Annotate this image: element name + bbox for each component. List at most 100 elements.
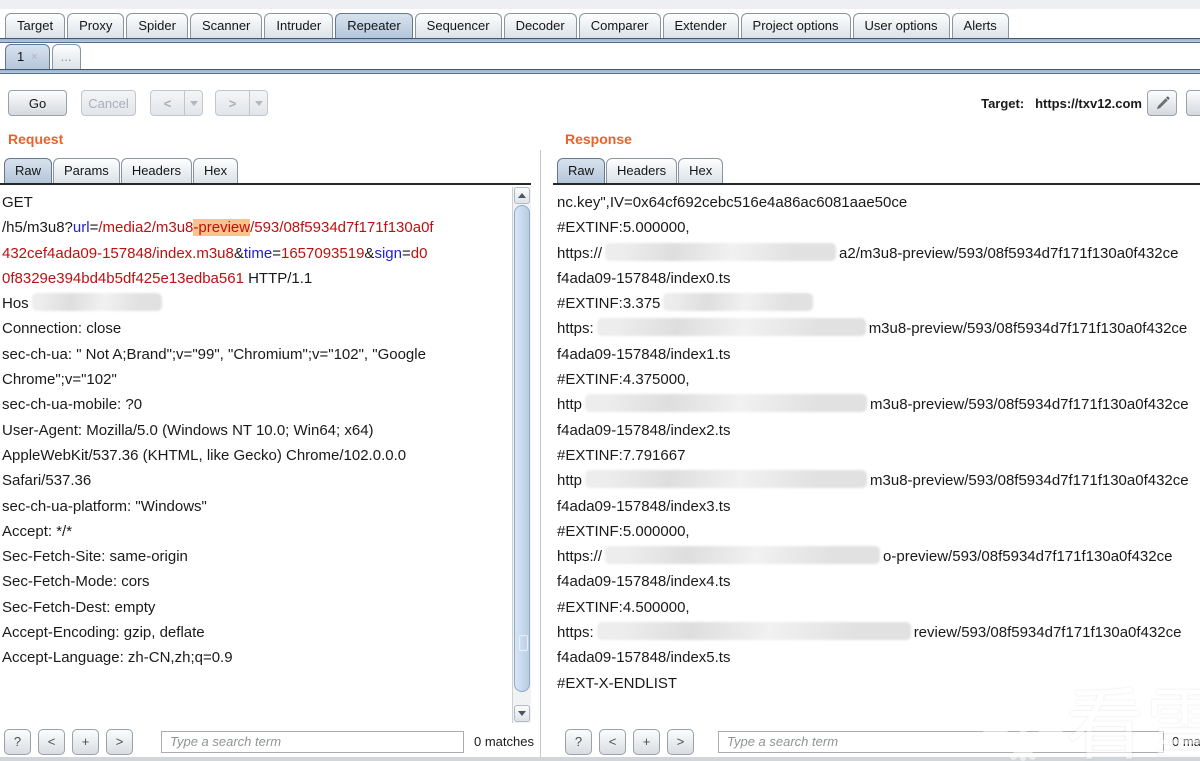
search-help-button[interactable]: ? xyxy=(4,728,31,755)
code-text: Accept: */* xyxy=(2,522,73,540)
code-text: Chrome";v="102" xyxy=(2,371,117,389)
code-text: -preview xyxy=(193,219,251,237)
tab-proxy[interactable]: Proxy xyxy=(67,13,125,38)
code-text: f4ada09-157848/index4.ts xyxy=(557,573,731,591)
code-text: Safari/537.36 xyxy=(2,472,92,490)
redacted-region xyxy=(596,318,866,337)
search-options-button[interactable]: + xyxy=(633,728,660,755)
tab-project-options[interactable]: Project options xyxy=(740,13,851,38)
redacted-region xyxy=(585,470,868,489)
repeater-new-tab[interactable]: ... xyxy=(51,44,81,69)
window-bottom-strip xyxy=(0,757,1200,761)
search-prev-button[interactable]: < xyxy=(599,728,626,755)
code-line: Sec-Fetch-Dest: empty xyxy=(2,595,512,620)
response-search-buttons: ? < + > xyxy=(565,728,701,755)
panel-splitter[interactable] xyxy=(540,150,541,757)
code-text: 1657093519 xyxy=(280,244,365,262)
redacted-region xyxy=(605,546,881,565)
redacted-region xyxy=(663,293,814,312)
request-text[interactable]: GET/h5/m3u8?url=/media2/m3u8-preview/593… xyxy=(0,187,512,723)
response-text[interactable]: nc.key",IV=0x64cf692cebc516e4a86ac6081aa… xyxy=(553,187,1200,723)
request-search-matches: 0 matches xyxy=(474,734,534,749)
code-text: time xyxy=(243,244,273,262)
request-search-bar: ? < + > 0 matches xyxy=(0,723,534,760)
clipped-toolbar-button[interactable] xyxy=(1186,90,1200,116)
request-panel-title: Request xyxy=(8,131,64,147)
request-tab-headers[interactable]: Headers xyxy=(120,158,192,183)
target-url: https://txv12.com xyxy=(1035,96,1142,111)
code-text: Hos xyxy=(2,295,29,313)
edit-target-button[interactable] xyxy=(1147,90,1177,116)
tab-extender[interactable]: Extender xyxy=(662,13,739,38)
tab-intruder[interactable]: Intruder xyxy=(264,13,334,38)
tab-spider[interactable]: Spider xyxy=(126,13,188,38)
code-line: f4ada09-157848/index1.ts xyxy=(557,342,1200,367)
code-line: #EXT-X-ENDLIST xyxy=(557,671,1200,696)
tab-scanner[interactable]: Scanner xyxy=(189,13,263,38)
redacted-region xyxy=(605,242,837,261)
code-line: https: review/593/08f5934d7f171f130a0f432… xyxy=(557,620,1200,645)
close-tab-icon[interactable]: × xyxy=(31,51,37,63)
target-label: Target: xyxy=(981,96,1025,111)
code-text: & xyxy=(233,244,244,262)
code-line: Accept-Language: zh-CN,zh;q=0.9 xyxy=(2,645,512,670)
response-tab-raw[interactable]: Raw xyxy=(557,158,606,183)
tab-alerts[interactable]: Alerts xyxy=(951,13,1009,38)
tab-decoder[interactable]: Decoder xyxy=(503,13,577,38)
code-line: f4ada09-157848/index2.ts xyxy=(557,418,1200,443)
tab-sequencer[interactable]: Sequencer xyxy=(414,13,502,38)
request-scrollbar[interactable] xyxy=(512,187,531,723)
tab-target[interactable]: Target xyxy=(5,13,66,38)
request-tab-hex[interactable]: Hex xyxy=(192,158,239,183)
search-help-button[interactable]: ? xyxy=(565,728,592,755)
code-text: sec-ch-ua: " Not A;Brand";v="99", "Chrom… xyxy=(2,345,426,363)
request-search-input[interactable] xyxy=(161,730,464,753)
scrollbar-thumb[interactable] xyxy=(514,205,530,692)
code-line: #EXTINF:5.000000, xyxy=(557,215,1200,240)
code-line: Accept: */* xyxy=(2,519,512,544)
code-line: Accept-Encoding: gzip, deflate xyxy=(2,620,512,645)
response-tab-headers[interactable]: Headers xyxy=(606,158,678,183)
go-button[interactable]: Go xyxy=(8,90,67,116)
search-prev-button[interactable]: < xyxy=(38,728,65,755)
search-options-button[interactable]: + xyxy=(72,728,99,755)
code-line: f4ada09-157848/index3.ts xyxy=(557,494,1200,519)
code-text: f4ada09-157848/index0.ts xyxy=(557,269,731,287)
code-text: o-preview/593/08f5934d7f171f130a0f432ce xyxy=(883,548,1173,566)
code-line: sec-ch-ua-mobile: ?0 xyxy=(2,392,512,417)
response-search-input[interactable] xyxy=(718,730,1164,753)
scroll-up-button[interactable] xyxy=(514,187,530,204)
code-text: #EXTINF:7.791667 xyxy=(557,446,686,464)
tab-user-options[interactable]: User options xyxy=(852,13,950,38)
scroll-down-button[interactable] xyxy=(514,705,530,722)
search-next-button[interactable]: > xyxy=(667,728,694,755)
response-tab-hex[interactable]: Hex xyxy=(678,158,724,183)
code-line: AppleWebKit/537.36 (KHTML, like Gecko) C… xyxy=(2,443,512,468)
code-line: sec-ch-ua-platform: "Windows" xyxy=(2,494,512,519)
request-tab-raw[interactable]: Raw xyxy=(4,158,53,183)
request-search-buttons: ? < + > xyxy=(4,728,140,755)
response-search-bar: ? < + > 0 matches xyxy=(553,723,1200,760)
next-request-button: > xyxy=(215,90,268,116)
code-line: Hos xyxy=(2,291,512,316)
repeater-tab-1[interactable]: 1 × xyxy=(5,44,50,69)
response-viewer[interactable]: nc.key",IV=0x64cf692cebc516e4a86ac6081aa… xyxy=(553,187,1200,723)
search-next-button[interactable]: > xyxy=(106,728,133,755)
code-text: https:// xyxy=(557,548,603,566)
code-text: /593/08f5934d7f171f130a0f xyxy=(250,219,434,237)
request-editor[interactable]: GET/h5/m3u8?url=/media2/m3u8-preview/593… xyxy=(0,187,531,723)
tab-repeater[interactable]: Repeater xyxy=(335,13,413,38)
code-line: #EXTINF:4.500000, xyxy=(557,595,1200,620)
code-text: sign xyxy=(374,244,402,262)
pencil-icon xyxy=(1156,96,1169,109)
request-tab-params[interactable]: Params xyxy=(53,158,120,183)
tab-comparer[interactable]: Comparer xyxy=(578,13,661,38)
prev-arrow: < xyxy=(163,95,172,111)
response-panel-title: Response xyxy=(565,131,632,147)
code-text: /media2/m3u8 xyxy=(98,219,194,237)
triangle-up-icon xyxy=(518,193,526,198)
chevron-down-icon xyxy=(189,100,198,106)
code-text: Accept-Language: zh-CN,zh;q=0.9 xyxy=(2,649,233,667)
code-line: nc.key",IV=0x64cf692cebc516e4a86ac6081aa… xyxy=(557,190,1200,215)
request-tab-bar: Raw Params Headers Hex xyxy=(0,152,531,185)
